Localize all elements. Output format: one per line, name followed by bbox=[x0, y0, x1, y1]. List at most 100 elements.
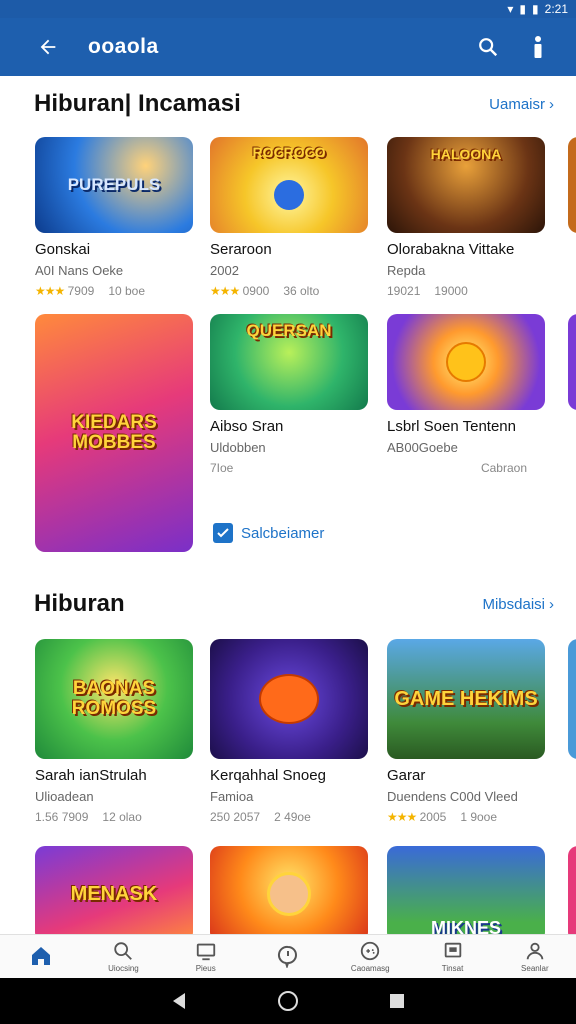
app-subtitle: A0I Nans Oeke bbox=[35, 263, 124, 278]
tv-icon bbox=[196, 943, 215, 961]
thumbnail-title: KIEDARS MOBBES bbox=[71, 412, 157, 453]
star-rating-icon: ★★★ bbox=[210, 284, 240, 298]
app-count: 36 olto bbox=[283, 284, 320, 298]
app-name: Aibso Sran bbox=[210, 418, 284, 435]
ball-graphic bbox=[274, 180, 304, 210]
see-more-label: Mibsdaisi bbox=[482, 595, 545, 613]
app-card[interactable]: MENASK bbox=[35, 846, 193, 934]
app-rating: 250 2057 bbox=[210, 810, 261, 824]
checkbox-checked-icon[interactable] bbox=[213, 523, 233, 543]
character-graphic bbox=[267, 872, 311, 916]
app-card-peek[interactable] bbox=[568, 314, 576, 410]
app-card[interactable]: ROCROCO Seraroon 2002 ★★★ 0900 36 olto bbox=[210, 137, 368, 298]
subscribe-checkbox[interactable]: Salcbeiamer bbox=[213, 523, 324, 543]
app-thumbnail: GAME HEKIMS bbox=[387, 639, 545, 759]
app-count: 2 49oe bbox=[274, 810, 311, 824]
app-name: Seraroon bbox=[210, 241, 272, 258]
nav-label: Pieus bbox=[195, 964, 216, 973]
app-card[interactable]: KIEDARS MOBBES bbox=[35, 314, 193, 552]
gamepad-icon bbox=[361, 941, 380, 961]
home-icon bbox=[32, 946, 51, 965]
nav-games[interactable]: Caoamasg bbox=[335, 940, 405, 973]
app-name: Sarah ianStrulah bbox=[35, 767, 147, 784]
app-card[interactable]: Kerqahhal Snoeg Famioa 250 2057 2 49oe bbox=[210, 639, 368, 824]
app-bar: ooaola bbox=[0, 18, 576, 76]
info-button[interactable] bbox=[518, 27, 558, 67]
app-name: Garar bbox=[387, 767, 426, 784]
thumbnail-title: QUERSAN bbox=[246, 321, 332, 340]
recents-square-icon[interactable] bbox=[389, 993, 405, 1009]
app-meta: 250 2057 2 49oe bbox=[210, 810, 368, 824]
app-card[interactable]: MIKNES bbox=[387, 846, 545, 934]
app-thumbnail: BAONAS ROMOSS bbox=[35, 639, 193, 759]
app-card[interactable]: QUERSAN Aibso Sran Uldobben 7Ioe bbox=[210, 314, 368, 475]
app-card[interactable]: HALOONA Olorabakna Vittake Repda 19021 19… bbox=[387, 137, 545, 298]
system-navigation-bar bbox=[0, 978, 576, 1024]
app-title: ooaola bbox=[88, 35, 159, 58]
app-thumbnail: KIEDARS MOBBES bbox=[35, 314, 193, 552]
timer-icon bbox=[277, 945, 297, 968]
screen-icon bbox=[444, 942, 461, 958]
nav-screen[interactable]: Tinsat bbox=[418, 940, 488, 973]
thumbnail-title: HALOONA bbox=[430, 146, 502, 162]
profile-icon bbox=[526, 942, 544, 960]
app-name: Kerqahhal Snoeg bbox=[210, 767, 326, 784]
app-card[interactable]: BAONAS ROMOSS Sarah ianStrulah Ulioadean… bbox=[35, 639, 193, 824]
app-card[interactable]: GAME HEKIMS Garar Duendens C00d Vleed ★★… bbox=[387, 639, 545, 824]
app-card[interactable] bbox=[210, 846, 368, 934]
status-time: 2:21 bbox=[544, 2, 568, 16]
search-button[interactable] bbox=[468, 27, 508, 67]
home-circle-icon[interactable] bbox=[277, 990, 299, 1012]
app-thumbnail: QUERSAN bbox=[210, 314, 368, 410]
app-subtitle: 2002 bbox=[210, 263, 239, 278]
app-count: Cabraon bbox=[480, 461, 527, 475]
search-icon bbox=[479, 38, 498, 57]
content-scroll[interactable]: Hiburan| Incamasi Uamaisr › PUREPULS Gons… bbox=[0, 76, 576, 934]
nav-timer[interactable] bbox=[253, 944, 323, 970]
app-meta: ★★★ 7909 10 boe bbox=[35, 284, 193, 298]
nav-label: Caoamasg bbox=[350, 964, 390, 973]
app-rating: 7909 bbox=[67, 284, 95, 298]
app-thumbnail bbox=[210, 639, 368, 759]
checkbox-label: Salcbeiamer bbox=[241, 524, 325, 542]
app-thumbnail: MIKNES bbox=[387, 846, 545, 934]
nav-profile[interactable]: Seanlar bbox=[500, 940, 570, 973]
chevron-right-icon: › bbox=[549, 595, 554, 613]
app-card-peek[interactable] bbox=[568, 846, 576, 934]
see-more-link[interactable]: Uamaisr › bbox=[489, 96, 554, 113]
signal-icon: ▮ bbox=[519, 2, 527, 16]
chevron-right-icon: › bbox=[549, 95, 554, 113]
app-card[interactable]: Lsbrl Soen Tentenn AB00Goebe Cabraon bbox=[387, 314, 545, 475]
nav-home[interactable] bbox=[6, 944, 76, 970]
app-meta: Cabraon bbox=[387, 461, 545, 475]
back-triangle-icon[interactable] bbox=[171, 992, 187, 1010]
section-title: Hiburan| Incamasi bbox=[34, 90, 241, 117]
app-card-peek[interactable] bbox=[568, 639, 576, 759]
battery-icon: ▮ bbox=[532, 2, 539, 16]
thumbnail-title: PUREPULS bbox=[67, 175, 161, 195]
app-rating: 2005 bbox=[419, 810, 447, 824]
app-name: Gonskai bbox=[35, 241, 91, 258]
app-card-peek[interactable] bbox=[568, 137, 576, 233]
see-more-link[interactable]: Mibsdaisi › bbox=[482, 596, 554, 613]
nav-label: Tinsat bbox=[441, 964, 464, 973]
nav-search[interactable]: Uiocsing bbox=[88, 940, 158, 973]
app-card[interactable]: PUREPULS Gonskai A0I Nans Oeke ★★★ 7909 1… bbox=[35, 137, 193, 298]
back-button[interactable] bbox=[28, 27, 68, 67]
see-more-label: Uamaisr bbox=[489, 95, 545, 113]
app-name: Olorabakna Vittake bbox=[387, 241, 515, 258]
wifi-icon: ▾ bbox=[507, 2, 514, 16]
search-icon bbox=[114, 942, 133, 960]
app-rating: 19021 bbox=[387, 284, 421, 298]
nav-tv[interactable]: Pieus bbox=[171, 940, 241, 973]
thumbnail-title: BAONAS ROMOSS bbox=[71, 678, 157, 719]
app-count: 19000 bbox=[434, 284, 468, 298]
thumbnail-title: MIKNES bbox=[430, 918, 501, 934]
smiley-graphic bbox=[446, 342, 486, 382]
app-subtitle: Duendens C00d Vleed bbox=[387, 789, 518, 804]
app-meta: ★★★ 2005 1 9ooe bbox=[387, 810, 545, 824]
app-meta: ★★★ 0900 36 olto bbox=[210, 284, 368, 298]
app-subtitle: Uldobben bbox=[210, 440, 266, 455]
app-thumbnail: HALOONA bbox=[387, 137, 545, 233]
section-header: Hiburan| Incamasi Uamaisr › bbox=[34, 90, 554, 118]
